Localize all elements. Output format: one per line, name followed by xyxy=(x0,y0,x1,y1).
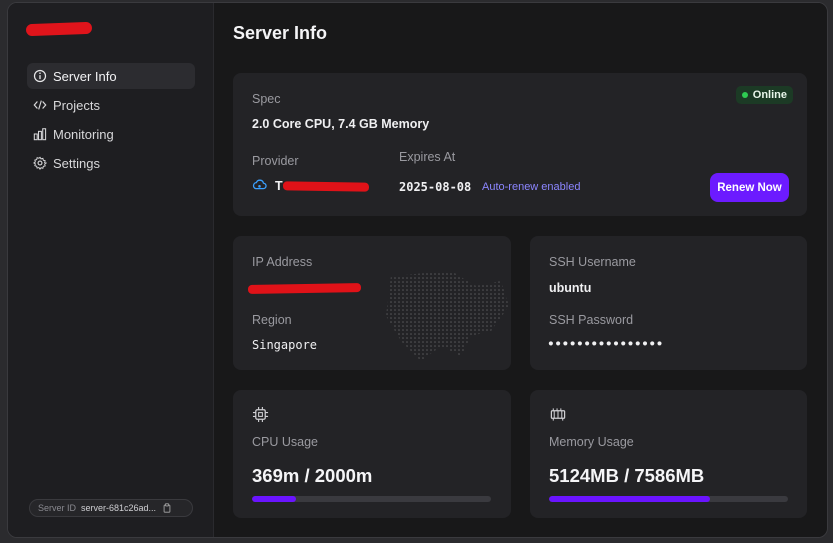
page-title: Server Info xyxy=(233,23,328,43)
spec-label: Spec xyxy=(252,92,281,106)
cpu-usage-bar xyxy=(252,496,491,502)
brand-logo-redacted xyxy=(25,21,93,37)
memory-usage-label: Memory Usage xyxy=(549,435,634,449)
ssh-username-label: SSH Username xyxy=(549,255,636,269)
sidebar-item-label: Settings xyxy=(53,155,100,171)
code-icon xyxy=(33,100,47,110)
app-window: Server Info Projects Monitoring Settings… xyxy=(7,2,828,538)
cpu-usage-value: 369m / 2000m xyxy=(252,465,373,486)
region-value: Singapore xyxy=(252,338,318,352)
provider-label: Provider xyxy=(252,154,299,168)
cpu-usage-label: CPU Usage xyxy=(252,435,318,449)
provider-value: T xyxy=(275,179,283,193)
sidebar-item-label: Projects xyxy=(53,97,100,113)
online-dot-icon xyxy=(741,92,748,98)
gear-icon xyxy=(33,156,47,170)
memory-chip-icon xyxy=(550,408,566,421)
expires-value: 2025-08-08 xyxy=(399,180,472,194)
ssh-password-value[interactable]: ●●●●●●●●●●●●●●●● xyxy=(548,338,664,349)
region-label: Region xyxy=(252,313,292,327)
info-icon xyxy=(33,69,47,83)
ip-address-label: IP Address xyxy=(252,255,313,269)
status-text: Online xyxy=(752,89,787,101)
cpu-card: CPU Usage 369m / 2000m xyxy=(233,390,511,518)
ip-address-redacted xyxy=(247,283,362,294)
cpu-usage-bar-fill xyxy=(252,496,297,502)
memory-card: Memory Usage 5124MB / 7586MB xyxy=(530,390,807,518)
cloud-icon xyxy=(252,179,267,190)
sidebar-item-label: Server Info xyxy=(53,68,117,84)
memory-usage-bar-fill xyxy=(549,496,711,502)
spec-card: Spec 2.0 Core CPU, 7.4 GB Memory Online … xyxy=(233,73,807,216)
expires-label: Expires At xyxy=(399,150,456,164)
world-map-dots xyxy=(386,271,509,361)
sidebar-item-projects[interactable]: Projects xyxy=(27,92,195,118)
sidebar-item-server-info[interactable]: Server Info xyxy=(27,63,195,89)
ssh-card: SSH Username ubuntu SSH Password ●●●●●●●… xyxy=(530,236,807,370)
ssh-username-value: ubuntu xyxy=(549,281,592,295)
server-id-chip: Server ID server-681c26ad... xyxy=(29,499,193,517)
sidebar-item-monitoring[interactable]: Monitoring xyxy=(27,121,195,147)
server-id-label: Server ID xyxy=(38,503,77,513)
ssh-password-label: SSH Password xyxy=(549,313,634,327)
sidebar-item-settings[interactable]: Settings xyxy=(27,150,195,176)
provider-redacted xyxy=(282,181,370,192)
memory-usage-bar xyxy=(549,496,788,502)
network-card: IP Address Region Singapore xyxy=(233,236,511,370)
status-badge: Online xyxy=(735,86,793,104)
sidebar: Server Info Projects Monitoring Settings… xyxy=(8,3,214,537)
sidebar-nav: Server Info Projects Monitoring Settings xyxy=(27,63,195,179)
memory-usage-value: 5124MB / 7586MB xyxy=(549,465,705,486)
renew-now-button[interactable]: Renew Now xyxy=(710,173,789,202)
spec-value: 2.0 Core CPU, 7.4 GB Memory xyxy=(252,117,430,131)
main-content: Server Info Spec 2.0 Core CPU, 7.4 GB Me… xyxy=(214,3,827,537)
bar-chart-icon xyxy=(33,128,47,141)
sidebar-item-label: Monitoring xyxy=(53,126,114,142)
cpu-chip-icon xyxy=(252,406,269,423)
auto-renew-text: Auto-renew enabled xyxy=(482,181,581,193)
copy-icon[interactable] xyxy=(162,503,172,513)
server-id-value: server-681c26ad... xyxy=(81,503,157,513)
